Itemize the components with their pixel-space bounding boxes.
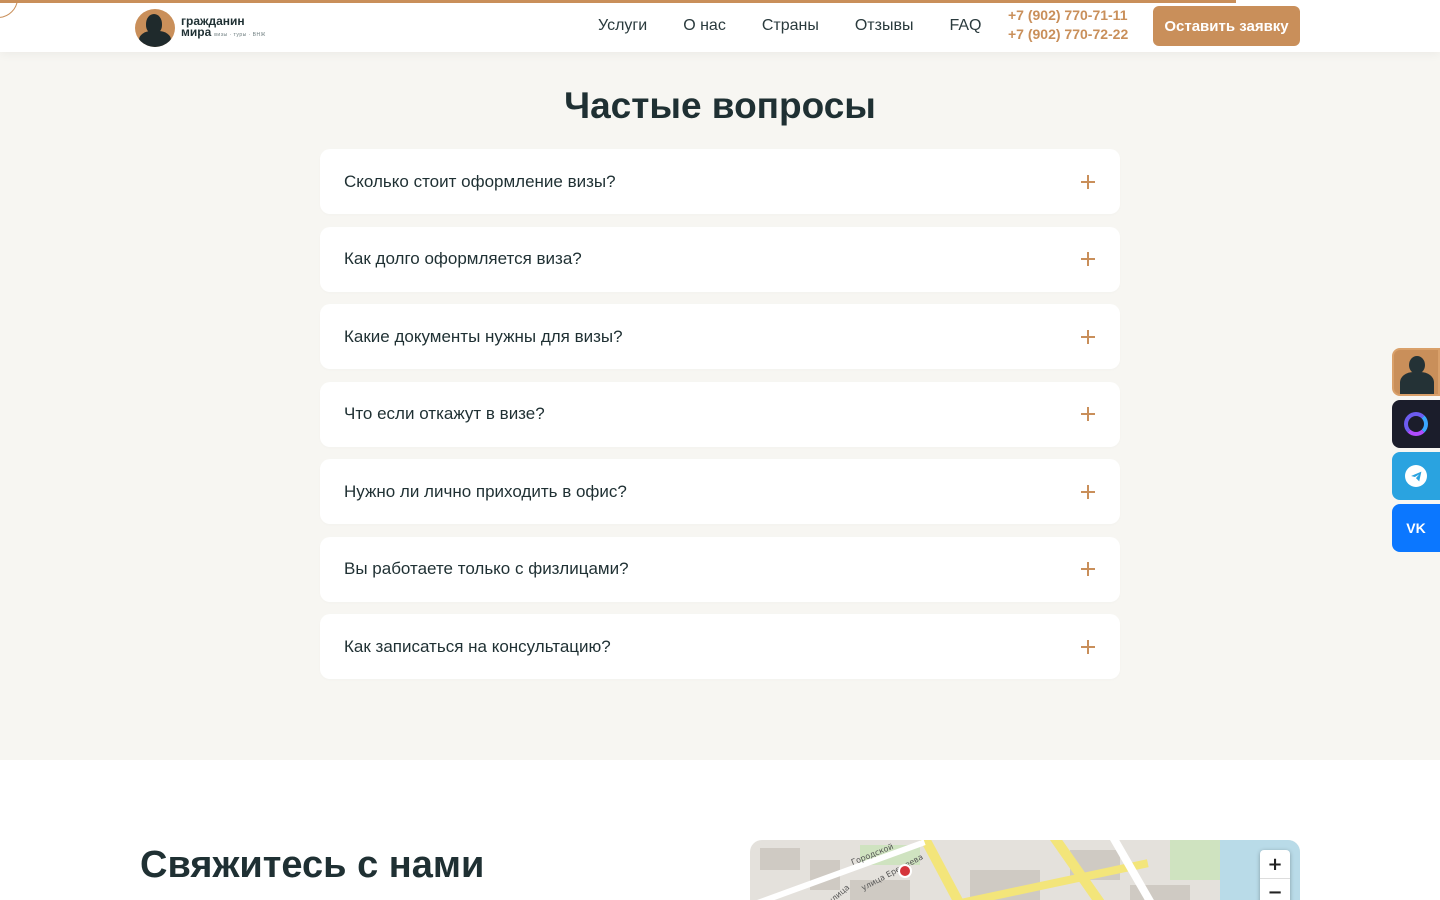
logo-text-line2: мира (181, 24, 212, 39)
site-header: гражданин мира визы · туры · ВНЖ Услуги … (0, 0, 1440, 52)
faq-item-duration[interactable]: Как долго оформляется виза? (320, 226, 1120, 292)
vk-button[interactable]: VK (1392, 504, 1440, 552)
logo-tagline: визы · туры · ВНЖ (214, 31, 266, 38)
faq-question: Какие документы нужны для визы? (344, 326, 623, 346)
faq-item-consultation[interactable]: Как записаться на консультацию? (320, 614, 1120, 679)
plus-icon[interactable] (1081, 484, 1095, 499)
faq-question: Как записаться на консультацию? (344, 636, 611, 656)
map-marker-icon[interactable] (898, 864, 912, 878)
faq-question: Как долго оформляется виза? (344, 249, 582, 268)
max-messenger-icon (1404, 412, 1428, 436)
scroll-progress-bar (0, 0, 1236, 3)
nav-item-faq[interactable]: FAQ (949, 17, 981, 35)
faq-item-refusal[interactable]: Что если откажут в визе? (320, 381, 1120, 447)
map-zoom-control: + − (1260, 850, 1290, 900)
nav-item-services[interactable]: Услуги (598, 17, 647, 35)
telegram-icon (1405, 465, 1427, 487)
faq-question: Сколько стоит оформление визы? (344, 171, 616, 191)
logo[interactable]: гражданин мира визы · туры · ВНЖ (135, 9, 266, 47)
vk-icon: VK (1406, 520, 1426, 536)
faq-question: Вы работаете только с физлицами? (344, 559, 629, 578)
logo-icon (135, 9, 175, 47)
phone-link-2[interactable]: +7 (902) 770-72-22 (1008, 26, 1128, 42)
faq-question: Что если откажут в визе? (344, 404, 545, 423)
zoom-in-button[interactable]: + (1260, 850, 1290, 878)
faq-item-documents[interactable]: Какие документы нужны для визы? (320, 304, 1120, 369)
consultant-avatar-widget[interactable] (1392, 348, 1440, 396)
plus-icon[interactable] (1081, 562, 1095, 576)
main-nav: Услуги О нас Страны Отзывы FAQ (598, 0, 1017, 52)
faq-item-cost[interactable]: Сколько стоит оформление визы? (320, 149, 1120, 214)
faq-list: Сколько стоит оформление визы? Как долго… (320, 149, 1120, 692)
contact-section: Свяжитесь с нами Городской улица Еремеев… (0, 760, 1440, 900)
telegram-button[interactable] (1392, 452, 1440, 500)
zoom-out-button[interactable]: − (1260, 878, 1290, 900)
map[interactable]: Городской улица Еремеева улица + − (750, 840, 1300, 900)
faq-question: Нужно ли лично приходить в офис? (344, 481, 627, 501)
plus-icon[interactable] (1081, 329, 1095, 344)
leave-request-button[interactable]: Оставить заявку (1153, 6, 1300, 46)
nav-item-about[interactable]: О нас (683, 17, 726, 35)
phone-link-1[interactable]: +7 (902) 770-71-11 (1008, 7, 1128, 23)
max-messenger-button[interactable] (1392, 400, 1440, 448)
faq-item-individuals[interactable]: Вы работаете только с физлицами? (320, 536, 1120, 602)
phone-numbers: +7 (902) 770-71-11 +7 (902) 770-72-22 (1008, 7, 1128, 42)
contact-title: Свяжитесь с нами (140, 844, 485, 886)
plus-icon[interactable] (1081, 407, 1095, 421)
faq-title: Частые вопросы (564, 85, 876, 126)
plus-icon[interactable] (1081, 174, 1095, 189)
plus-icon[interactable] (1081, 252, 1095, 266)
faq-item-office-visit[interactable]: Нужно ли лично приходить в офис? (320, 459, 1120, 524)
nav-item-countries[interactable]: Страны (762, 17, 819, 35)
faq-section: Частые вопросы Сколько стоит оформление … (0, 52, 1440, 760)
nav-item-reviews[interactable]: Отзывы (855, 17, 914, 35)
plus-icon[interactable] (1081, 639, 1095, 654)
side-widgets: VK (1392, 348, 1440, 556)
